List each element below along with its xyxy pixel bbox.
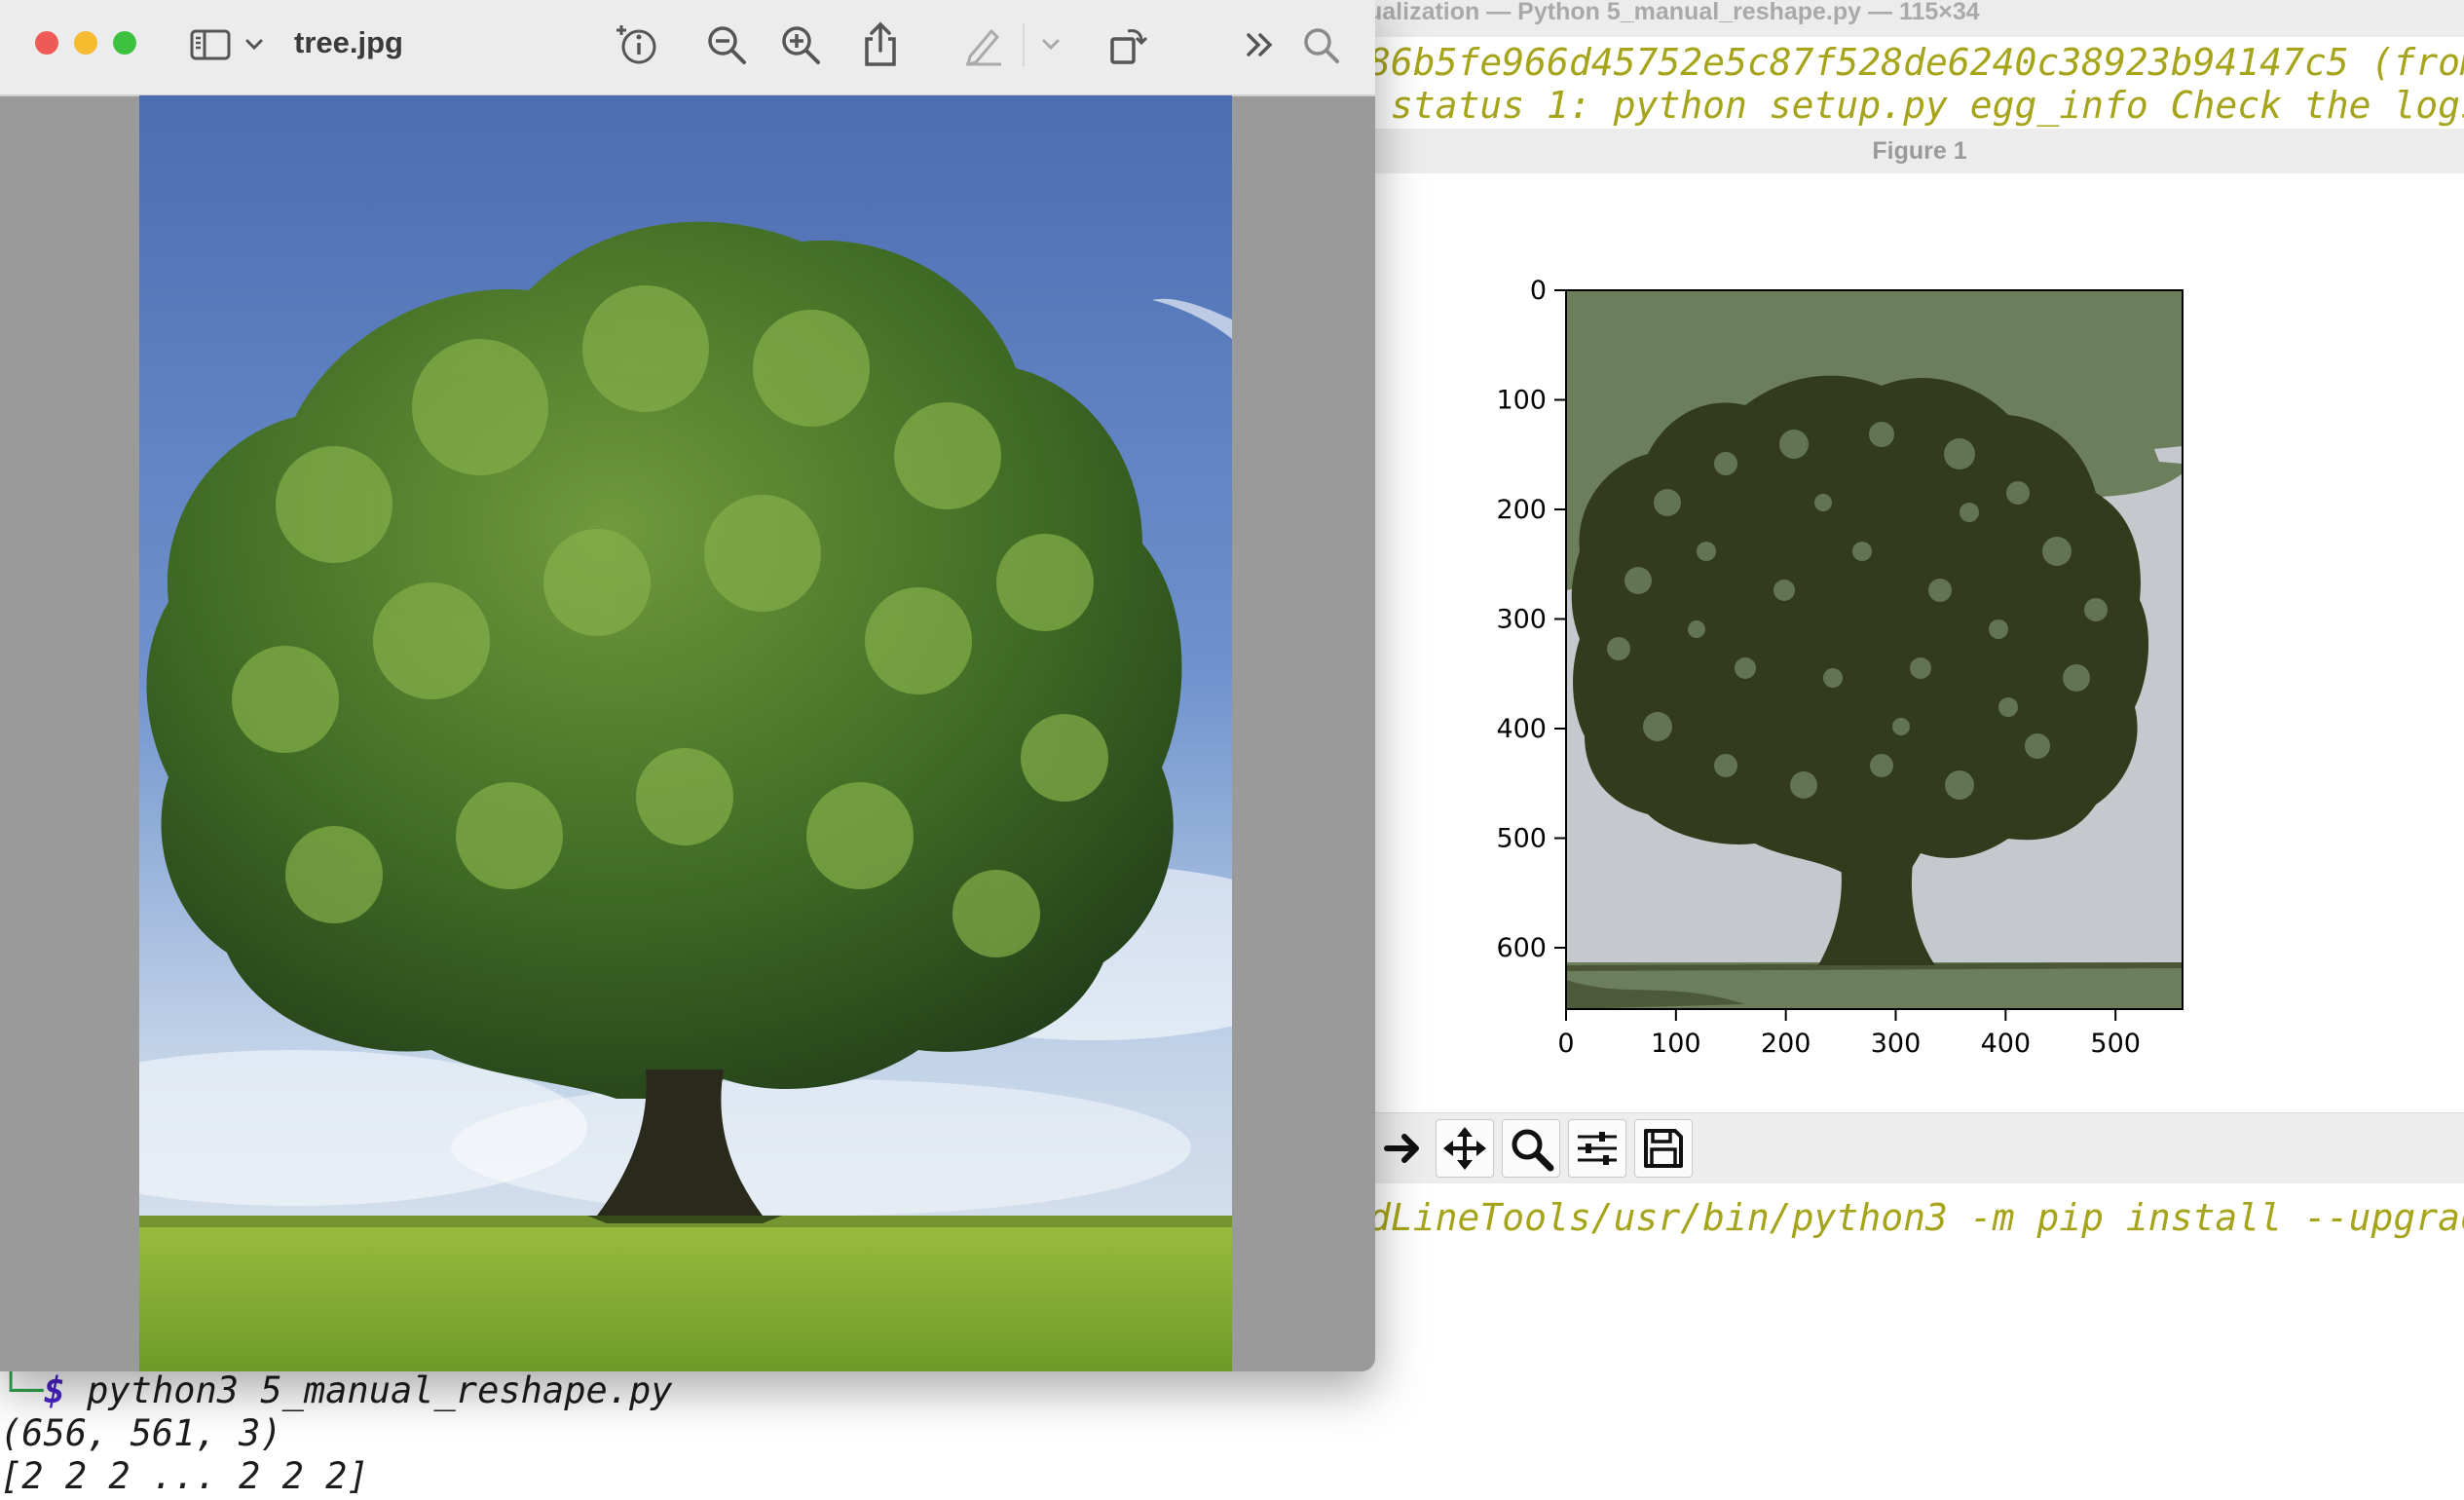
- figure-plot: 0 100 200 300 400 500 600 0 100 200 300 400 500: [1496, 276, 2184, 1059]
- x-tick-label: 300: [1871, 1029, 1922, 1059]
- y-tick-label: 0: [1530, 276, 1547, 306]
- chevron-down-icon: [245, 39, 263, 51]
- figure-window: Figure 1 0 100 200 300 400 500 600 0 100…: [1375, 129, 2464, 1183]
- zoom-in-button[interactable]: [771, 18, 830, 72]
- terminal-line: status 1: python setup.py egg_info Check…: [1368, 84, 2464, 127]
- figure-title: Figure 1: [1375, 129, 2464, 173]
- x-tick-label: 500: [2090, 1029, 2141, 1059]
- terminal-prompt-line: └─$ python3 5_manual_reshape.py: [0, 1369, 673, 1411]
- cluster-tree: [1571, 375, 2149, 873]
- info-button[interactable]: [608, 18, 666, 72]
- zoom-out-button[interactable]: [697, 18, 756, 72]
- save-icon: [1644, 1129, 1683, 1168]
- configure-subplots-icon: [1578, 1132, 1617, 1165]
- toolbar-divider: [1023, 23, 1025, 66]
- terminal-command: python3 5_manual_reshape.py: [64, 1369, 673, 1411]
- zoom-out-icon: [708, 26, 746, 64]
- x-ticks: 0 100 200 300 400 500: [1557, 1009, 2141, 1059]
- figure-toolbar: [1375, 1112, 2464, 1183]
- tree-photo: [139, 95, 1232, 1371]
- more-icon: [1247, 33, 1273, 56]
- preview-toolbar: tree.jpg: [0, 0, 1375, 96]
- search-icon: [1304, 28, 1339, 63]
- zoom-icon: [1512, 1129, 1554, 1172]
- quantized-image: [1566, 290, 2183, 1009]
- y-tick-label: 400: [1496, 714, 1547, 744]
- forward-arrow-icon: [1384, 1134, 1419, 1163]
- terminal-line: dLineTools/usr/bin/python3 -m pip instal…: [1368, 1196, 2464, 1239]
- markup-button[interactable]: [954, 18, 1013, 72]
- search-button[interactable]: [1291, 18, 1350, 72]
- share-icon: [865, 21, 896, 66]
- markup-menu-button[interactable]: [1027, 18, 1075, 72]
- more-tools-button[interactable]: [1231, 18, 1289, 72]
- terminal-output: [2 2 2 ... 2 2 2]: [0, 1455, 369, 1497]
- y-tick-label: 500: [1496, 824, 1547, 854]
- zoom-in-icon: [782, 26, 820, 64]
- prompt-corner: └─: [0, 1369, 44, 1411]
- pan-icon: [1443, 1127, 1486, 1170]
- terminal-title: ualization — Python 5_manual_reshape.py …: [1363, 0, 2464, 37]
- x-tick-label: 100: [1651, 1029, 1701, 1059]
- zoom-button[interactable]: [1502, 1119, 1560, 1178]
- configure-subplots-button[interactable]: [1568, 1119, 1626, 1178]
- forward-button[interactable]: [1375, 1119, 1434, 1178]
- window-title: tree.jpg: [294, 25, 403, 59]
- prompt-symbol: $: [43, 1369, 65, 1411]
- zoom-window-button[interactable]: [113, 31, 136, 55]
- close-button[interactable]: [35, 31, 58, 55]
- x-tick-label: 200: [1761, 1029, 1811, 1059]
- sidebar-icon: [190, 29, 231, 60]
- save-button[interactable]: [1634, 1119, 1693, 1178]
- markup-pen-icon: [966, 29, 1001, 66]
- chevron-down-icon: [1042, 39, 1060, 51]
- rotate-button[interactable]: [1099, 18, 1157, 72]
- y-tick-label: 100: [1496, 386, 1547, 416]
- sidebar-menu-button[interactable]: [230, 18, 279, 72]
- rotate-icon: [1110, 29, 1148, 64]
- y-tick-label: 300: [1496, 605, 1547, 635]
- terminal-output: (656, 561, 3): [0, 1412, 282, 1454]
- info-icon: [616, 25, 656, 64]
- minimize-button[interactable]: [74, 31, 97, 55]
- x-tick-label: 0: [1557, 1029, 1574, 1059]
- y-tick-label: 600: [1496, 933, 1547, 963]
- pan-button[interactable]: [1436, 1119, 1494, 1178]
- tree-photo-graphic: [139, 95, 1232, 1371]
- y-ticks: 0 100 200 300 400 500 600: [1496, 276, 1566, 963]
- y-tick-label: 200: [1496, 495, 1547, 525]
- x-tick-label: 400: [1981, 1029, 2032, 1059]
- preview-window: tree.jpg: [0, 0, 1375, 1371]
- terminal-line: 86b5fe966d45752e5c87f528de6240c38923b941…: [1368, 41, 2464, 84]
- share-button[interactable]: [851, 18, 910, 72]
